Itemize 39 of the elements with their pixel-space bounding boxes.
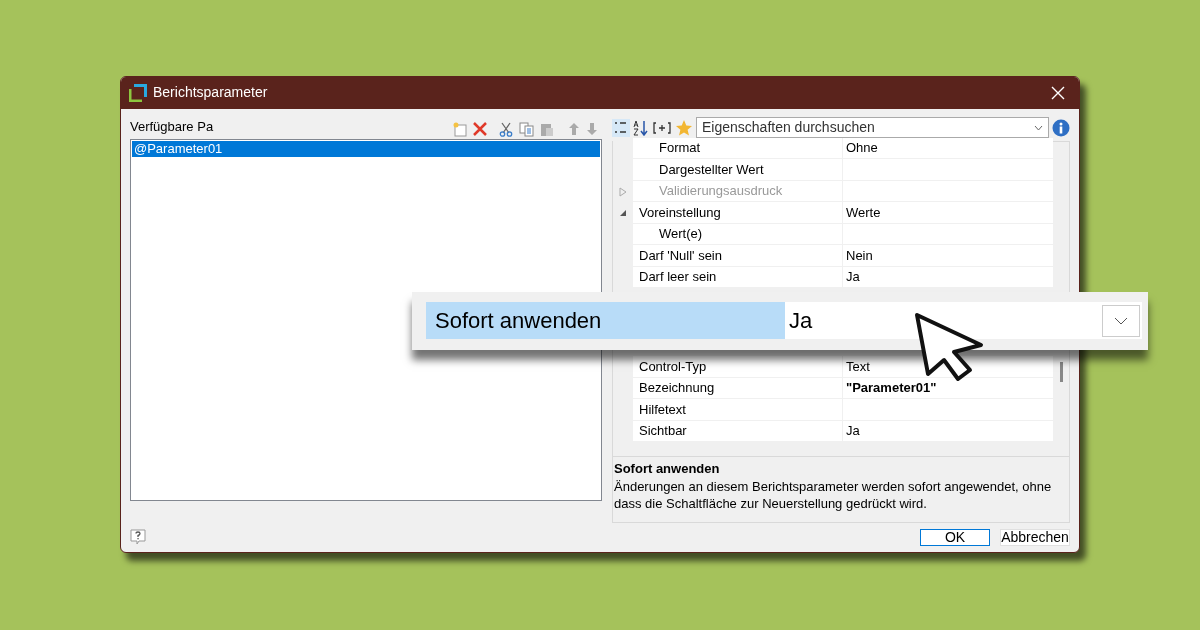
close-icon[interactable] — [1051, 85, 1065, 100]
value-cell[interactable]: "Parameter01" — [843, 377, 1053, 400]
app-logo-icon — [129, 83, 147, 102]
expand-all-icon[interactable] — [652, 120, 672, 135]
categorized-icon[interactable] — [612, 118, 630, 137]
info-icon[interactable] — [1052, 118, 1070, 137]
value-cell[interactable]: Ohne — [843, 137, 1053, 160]
cut-icon[interactable] — [499, 121, 513, 137]
panel-label: Verfügbare Pa — [130, 118, 214, 137]
value-cell[interactable]: Ja — [843, 420, 1053, 443]
chevron-down-icon — [1114, 316, 1128, 325]
down-arrow-icon[interactable] — [586, 122, 598, 137]
magnified-property-value[interactable]: Ja — [789, 304, 813, 337]
collapse-icon[interactable] — [619, 209, 627, 218]
magnified-property-name[interactable]: Sofort anwenden — [426, 302, 785, 339]
dialog-button[interactable]: Abbrechen — [1000, 528, 1070, 546]
star-icon[interactable] — [675, 118, 693, 137]
delete-icon[interactable] — [473, 122, 487, 137]
parameter-item[interactable]: @Parameter01 — [132, 140, 600, 157]
search-field[interactable]: Eigenschaften durchsuchen — [696, 117, 1049, 139]
dropdown-button[interactable] — [1102, 304, 1140, 337]
sort-alphabetical-icon[interactable] — [633, 118, 649, 137]
new-document-icon[interactable] — [453, 121, 467, 137]
value-cell[interactable]: Ja — [843, 266, 1053, 289]
description-title: Sofort anwenden — [614, 459, 721, 478]
scrollbar-thumb[interactable] — [1059, 361, 1063, 382]
property-name[interactable]: Sichtbar — [639, 421, 687, 441]
up-arrow-icon[interactable] — [568, 122, 580, 137]
window-title: Berichtsparameter — [153, 83, 268, 103]
copy-icon[interactable] — [519, 121, 534, 137]
value-cell[interactable]: Nein — [843, 245, 1053, 267]
description-text: Änderungen an diesem Berichtsparameter werden sofort angewendet, ohne dass die Schaltfläche zur Neuerstellung gedrückt wird. — [614, 478, 1053, 513]
property-name[interactable]: Wert(e) — [659, 224, 703, 244]
value-cell[interactable]: Werte — [843, 202, 1053, 224]
dialog-button[interactable]: OK — [920, 528, 990, 546]
paste-icon[interactable] — [540, 121, 554, 137]
dropdown-caret-icon[interactable] — [1034, 125, 1043, 132]
property-name[interactable]: Format — [659, 138, 701, 158]
help-icon[interactable] — [130, 529, 146, 546]
